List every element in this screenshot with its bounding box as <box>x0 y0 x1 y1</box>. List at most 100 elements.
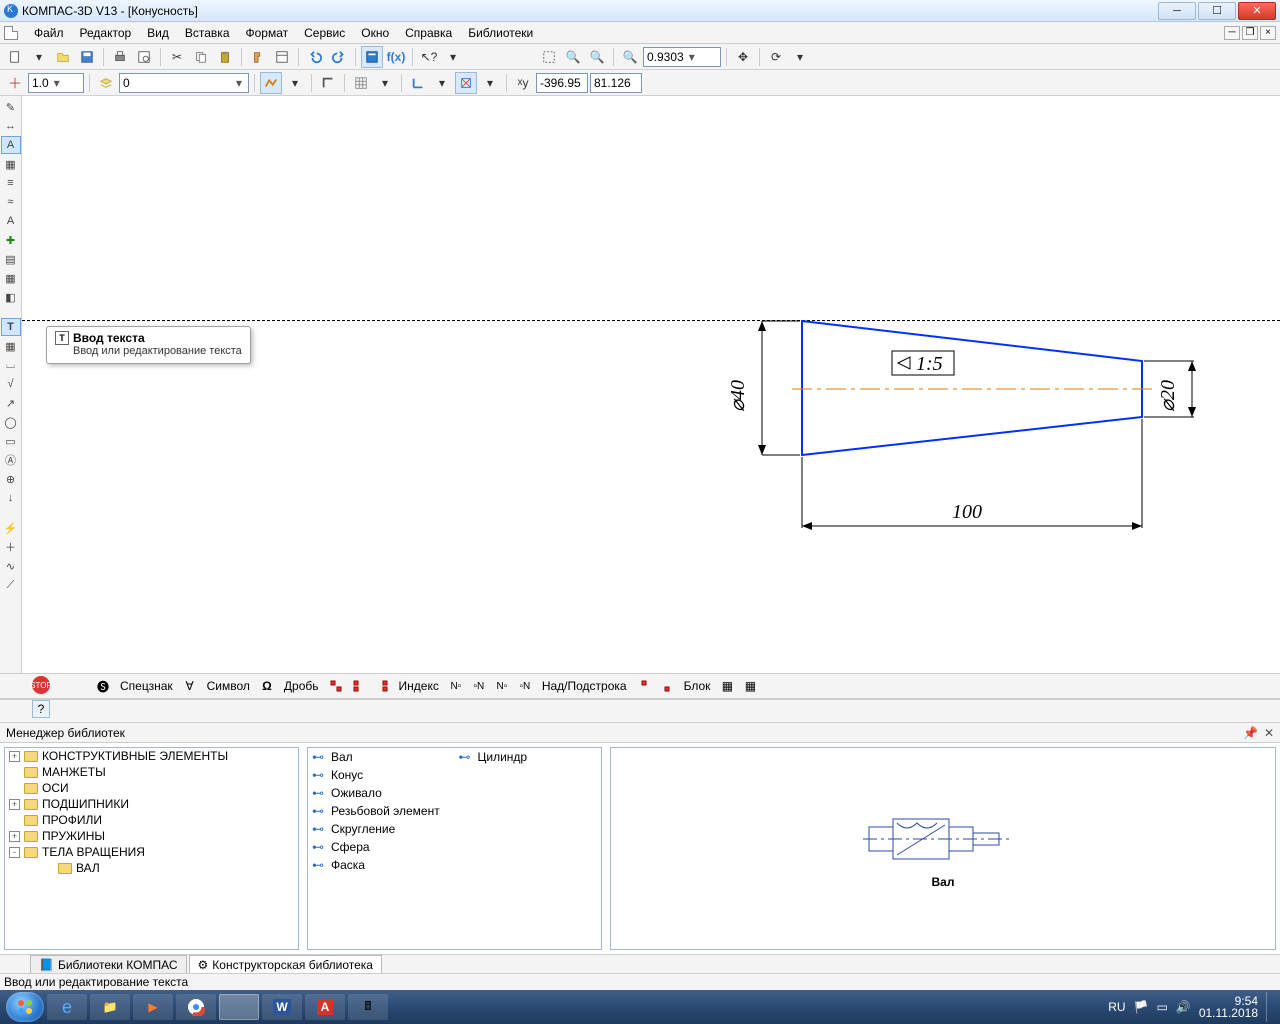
taskbar-kompas[interactable] <box>219 994 259 1020</box>
mdi-restore-button[interactable]: ❐ <box>1242 26 1258 40</box>
tool-leader-icon[interactable]: ↗ <box>1 394 21 412</box>
fraction-button[interactable]: Дробь <box>280 676 323 696</box>
taskbar-acrobat[interactable]: A <box>305 994 345 1020</box>
zoom-value-combo[interactable]: 0.9303▾ <box>643 47 721 67</box>
tray-clock[interactable]: 9:54 01.11.2018 <box>1199 995 1258 1019</box>
tool-pos-icon[interactable]: Ⓐ <box>1 451 21 469</box>
list-item[interactable]: ⊷Конус <box>308 766 455 784</box>
frac-2-icon[interactable] <box>349 676 369 696</box>
layer-combo[interactable]: 0▾ <box>119 73 249 93</box>
list-item[interactable]: ⊷Оживало <box>308 784 455 802</box>
window-maximize-button[interactable]: ☐ <box>1198 2 1236 20</box>
taskbar-media[interactable]: ▶ <box>133 994 173 1020</box>
panel-help-button[interactable]: ? <box>32 700 50 718</box>
variables-button[interactable]: f(x) <box>385 46 407 68</box>
specchar-icon[interactable]: 🅢 <box>93 676 113 696</box>
grid-dropdown[interactable]: ▾ <box>374 72 396 94</box>
list-item[interactable]: ⊷Резьбовой элемент <box>308 802 455 820</box>
palette-views-icon[interactable]: ▦ <box>1 269 21 287</box>
menu-view[interactable]: Вид <box>141 24 175 42</box>
block-button[interactable]: Блок <box>680 676 715 696</box>
snap-button[interactable] <box>4 72 26 94</box>
bottom-tab-kompas-libs[interactable]: 📘Библиотеки КОМПАС <box>30 955 187 975</box>
idx-4-icon[interactable]: ▫N <box>515 676 535 696</box>
list-item[interactable]: ⊷Вал <box>308 748 455 766</box>
show-desktop-button[interactable] <box>1266 992 1274 1022</box>
list-item[interactable]: ⊷Сфера <box>308 838 455 856</box>
index-button[interactable]: Индекс <box>395 676 443 696</box>
library-tree[interactable]: +КОНСТРУКТИВНЫЕ ЭЛЕМЕНТЫ МАНЖЕТЫ ОСИ+ПОД… <box>4 747 299 950</box>
fraction-icon[interactable]: Ω <box>257 676 277 696</box>
tray-lang[interactable]: RU <box>1108 1000 1125 1014</box>
palette-spec-icon[interactable]: ✚ <box>1 231 21 249</box>
taskbar-word[interactable]: W <box>262 994 302 1020</box>
coord-y-field[interactable]: 81.126 <box>590 73 642 93</box>
tree-expander-icon[interactable]: + <box>9 799 20 810</box>
tree-item[interactable]: МАНЖЕТЫ <box>5 764 298 780</box>
menu-libraries[interactable]: Библиотеки <box>462 24 539 42</box>
help-dropdown[interactable]: ▾ <box>442 46 464 68</box>
block-1-icon[interactable]: ▦ <box>717 676 737 696</box>
print-button[interactable] <box>109 46 131 68</box>
window-close-button[interactable]: ✕ <box>1238 2 1276 20</box>
grid-button[interactable] <box>350 72 372 94</box>
taskbar-chrome[interactable] <box>176 994 216 1020</box>
ortho-button[interactable] <box>317 72 339 94</box>
bottom-tab-constructor-lib[interactable]: ⚙Конструкторская библиотека <box>189 955 382 975</box>
menu-insert[interactable]: Вставка <box>179 24 236 42</box>
mdi-close-button[interactable]: × <box>1260 26 1276 40</box>
symbol-button[interactable]: Символ <box>203 676 254 696</box>
tool-rough-icon[interactable]: √ <box>1 375 21 393</box>
tool-brand-icon[interactable]: ◯ <box>1 413 21 431</box>
save-button[interactable] <box>76 46 98 68</box>
undo-button[interactable] <box>304 46 326 68</box>
cut-button[interactable]: ✂ <box>166 46 188 68</box>
properties-button[interactable] <box>271 46 293 68</box>
tree-item[interactable]: -ТЕЛА ВРАЩЕНИЯ <box>5 844 298 860</box>
palette-geometry-icon[interactable]: ✎ <box>1 98 21 116</box>
tree-item[interactable]: ВАЛ <box>5 860 298 876</box>
tool-text-input-icon[interactable]: T <box>1 318 21 336</box>
menu-help[interactable]: Справка <box>399 24 458 42</box>
pan-button[interactable]: ✥ <box>732 46 754 68</box>
layers-button[interactable] <box>95 72 117 94</box>
zoom-in-button[interactable]: 🔍 <box>562 46 584 68</box>
palette-assoc-icon[interactable]: ◧ <box>1 288 21 306</box>
menu-file[interactable]: Файл <box>28 24 70 42</box>
polyline-style-button[interactable] <box>260 72 282 94</box>
ss-2-icon[interactable] <box>657 676 677 696</box>
tree-expander-icon[interactable]: - <box>9 847 20 858</box>
coord-x-field[interactable]: -396.95 <box>536 73 588 93</box>
tree-expander-icon[interactable]: + <box>9 751 20 762</box>
panel-stop-button[interactable]: STOP <box>32 676 50 694</box>
palette-edit-icon[interactable]: ▦ <box>1 155 21 173</box>
redo-button[interactable] <box>328 46 350 68</box>
taskbar-explorer[interactable]: 📁 <box>90 994 130 1020</box>
palette-annotations-icon[interactable]: A <box>1 136 21 154</box>
palette-dimensions-icon[interactable]: ↔ <box>1 117 21 135</box>
taskbar-calc[interactable]: 🖩 <box>348 994 388 1020</box>
idx-1-icon[interactable]: N▫ <box>446 676 466 696</box>
copy-format-button[interactable] <box>247 46 269 68</box>
tool-table-icon[interactable]: ▦ <box>1 337 21 355</box>
local-cs-button[interactable] <box>407 72 429 94</box>
copy-button[interactable] <box>190 46 212 68</box>
local-cs-dropdown[interactable]: ▾ <box>431 72 453 94</box>
taskbar-ie[interactable]: e <box>47 994 87 1020</box>
coord-mode-button[interactable]: xy <box>512 72 534 94</box>
ss-1-icon[interactable] <box>634 676 654 696</box>
tool-centerline-icon[interactable]: ＋ <box>1 538 21 556</box>
tray-network-icon[interactable]: ▭ <box>1157 1000 1168 1014</box>
frac-3-icon[interactable] <box>372 676 392 696</box>
specchar-button[interactable]: Спецзнак <box>116 676 177 696</box>
libraries-manager-button[interactable] <box>361 46 383 68</box>
scale-combo[interactable]: 1.0▾ <box>28 73 84 93</box>
tray-flag-icon[interactable]: 🏳️ <box>1134 1000 1149 1014</box>
help-cursor-button[interactable]: ↖? <box>418 46 440 68</box>
drawing-canvas[interactable]: TВвод текста Ввод или редактирование тек… <box>22 96 1280 673</box>
rebuild-dropdown[interactable]: ▾ <box>789 46 811 68</box>
tool-mark-icon[interactable]: ▭ <box>1 432 21 450</box>
paste-button[interactable] <box>214 46 236 68</box>
idx-3-icon[interactable]: N▫ <box>492 676 512 696</box>
menu-service[interactable]: Сервис <box>298 24 351 42</box>
